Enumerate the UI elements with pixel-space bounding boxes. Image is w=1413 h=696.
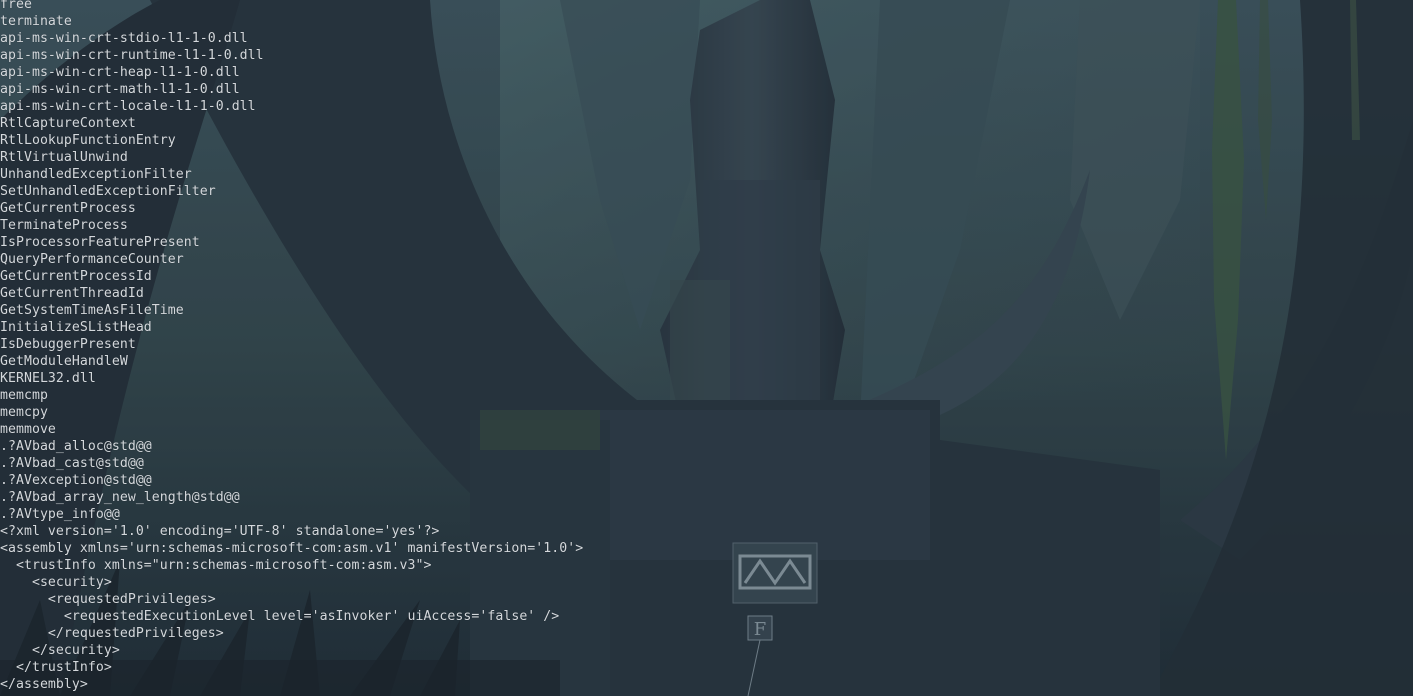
terminal-line: KERNEL32.dll (0, 371, 96, 386)
terminal-line: </security> (0, 643, 120, 658)
terminal-line: IsProcessorFeaturePresent (0, 235, 200, 250)
terminal-line: api-ms-win-crt-locale-l1-1-0.dll (0, 99, 256, 114)
terminal-line: api-ms-win-crt-runtime-l1-1-0.dll (0, 48, 264, 63)
terminal-line: .?AVexception@std@@ (0, 473, 152, 488)
terminal-line: api-ms-win-crt-heap-l1-1-0.dll (0, 65, 240, 80)
terminal-line: api-ms-win-crt-math-l1-1-0.dll (0, 82, 240, 97)
terminal-line: UnhandledExceptionFilter (0, 167, 192, 182)
terminal-line: .?AVbad_array_new_length@std@@ (0, 490, 240, 505)
terminal-line: GetCurrentProcess (0, 201, 136, 216)
terminal-output[interactable]: free terminate api-ms-win-crt-stdio-l1-1-0… (0, 0, 1413, 696)
terminal-line: <security> (0, 575, 112, 590)
terminal-line: terminate (0, 14, 72, 29)
terminal-line: .?AVbad_alloc@std@@ (0, 439, 152, 454)
terminal-line: <requestedExecutionLevel level='asInvoke… (0, 609, 560, 624)
terminal-line: SetUnhandledExceptionFilter (0, 184, 216, 199)
terminal-line: </trustInfo> (0, 660, 112, 675)
terminal-line: InitializeSListHead (0, 320, 152, 335)
terminal-line: </requestedPrivileges> (0, 626, 224, 641)
terminal-line: IsDebuggerPresent (0, 337, 136, 352)
terminal-line: <assembly xmlns='urn:schemas-microsoft-c… (0, 541, 584, 556)
terminal-line: <?xml version='1.0' encoding='UTF-8' sta… (0, 524, 440, 539)
terminal-line: .?AVbad_cast@std@@ (0, 456, 144, 471)
terminal-line: RtlCaptureContext (0, 116, 136, 131)
terminal-line: <requestedPrivileges> (0, 592, 216, 607)
terminal-line: RtlVirtualUnwind (0, 150, 128, 165)
terminal-line: memcpy (0, 405, 48, 420)
terminal-line: GetCurrentThreadId (0, 286, 144, 301)
terminal-line: QueryPerformanceCounter (0, 252, 184, 267)
terminal-line: RtlLookupFunctionEntry (0, 133, 176, 148)
terminal-line: api-ms-win-crt-stdio-l1-1-0.dll (0, 31, 248, 46)
terminal-line: TerminateProcess (0, 218, 128, 233)
terminal-line: </assembly> (0, 677, 88, 692)
terminal-line: .?AVtype_info@@ (0, 507, 120, 522)
terminal-line: GetModuleHandleW (0, 354, 128, 369)
terminal-line: GetCurrentProcessId (0, 269, 152, 284)
terminal-line: memcmp (0, 388, 48, 403)
terminal-line: free (0, 0, 32, 12)
terminal-line: memmove (0, 422, 56, 437)
terminal-line: GetSystemTimeAsFileTime (0, 303, 184, 318)
terminal-line: <trustInfo xmlns="urn:schemas-microsoft-… (0, 558, 432, 573)
